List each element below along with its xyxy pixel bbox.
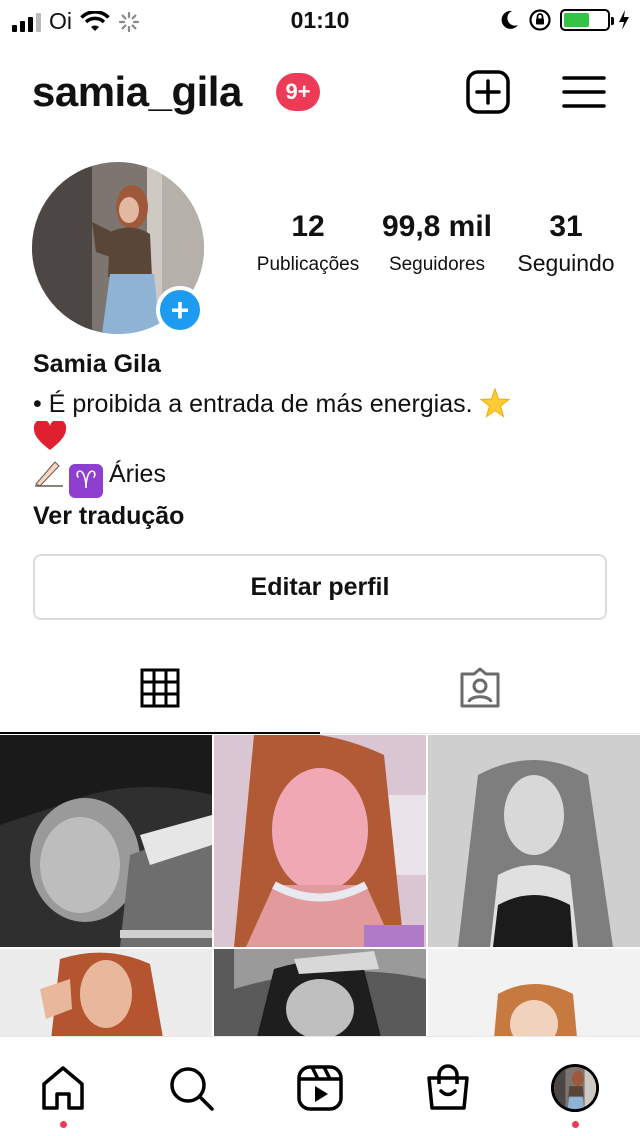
shop-icon [427,1064,469,1110]
stat-followers-count: 99,8 mil [381,210,493,243]
bottom-navigation [0,1036,640,1136]
nav-shop[interactable] [423,1063,473,1113]
post-thumbnail[interactable] [428,949,640,1049]
reels-icon [297,1065,343,1111]
stat-posts[interactable]: 12 Publicações [250,210,366,276]
post-thumbnail[interactable] [428,735,640,947]
notification-badge[interactable]: 9+ [276,73,320,111]
post-thumbnail[interactable] [0,735,212,947]
do-not-disturb-moon-icon [501,10,518,29]
profile-avatar [550,1063,600,1113]
bio-line-1: • É proibida a entrada de más energias. [33,387,613,421]
nav-search[interactable] [166,1063,216,1113]
glowing-star-emoji-icon [479,388,510,418]
charging-bolt-icon [619,10,629,30]
add-story-button[interactable]: + [156,286,204,334]
post-thumbnail[interactable] [0,949,212,1049]
stat-posts-count: 12 [291,210,325,243]
nav-home[interactable] [38,1063,88,1113]
bio-line-3-text: Áries [109,460,166,488]
hamburger-menu-icon[interactable] [562,70,606,114]
status-right [498,8,630,32]
tagged-person-icon [460,667,500,708]
status-bar: Oi 01:10 [0,0,640,40]
grid-icon [140,668,180,708]
profile-notification-dot [572,1121,579,1128]
stat-posts-label: Publicações [256,254,360,275]
profile-header: samia_gila 9+ [0,60,640,124]
profile-bio: Samia Gila • É proibida a entrada de más… [33,350,613,531]
post-thumbnail[interactable] [214,735,426,947]
nav-reels[interactable] [295,1063,345,1113]
tab-posts-grid[interactable] [0,664,320,734]
stat-followers[interactable]: 99,8 mil Seguidores [378,210,496,276]
stat-following-count: 31 [549,210,583,243]
search-icon [170,1067,214,1111]
red-heart-emoji-icon [33,421,67,450]
nav-profile[interactable] [550,1063,600,1113]
display-name: Samia Gila [33,350,161,378]
orientation-lock-icon [529,9,551,31]
stat-following-label: Seguindo [517,250,615,276]
battery-icon [560,9,614,31]
bio-line-3: ♈ Áries [33,456,613,498]
stat-followers-label: Seguidores [388,254,486,275]
home-notification-dot [60,1121,67,1128]
writing-hand-emoji-icon [35,461,63,487]
tab-tagged[interactable] [320,664,640,734]
see-translation-link[interactable]: Ver tradução [33,502,613,531]
aries-zodiac-emoji-icon: ♈ [69,464,103,498]
bio-line-2 [33,421,613,456]
edit-profile-button[interactable]: Editar perfil [33,554,607,620]
post-thumbnail[interactable] [214,949,426,1049]
posts-grid [0,735,640,1049]
home-icon [42,1066,84,1110]
bio-line-1-text: • É proibida a entrada de más energias. [33,390,473,418]
username-switcher[interactable]: samia_gila [32,68,242,116]
stat-following[interactable]: 31 Seguindo [506,210,626,277]
new-post-plus-icon[interactable] [466,70,510,114]
